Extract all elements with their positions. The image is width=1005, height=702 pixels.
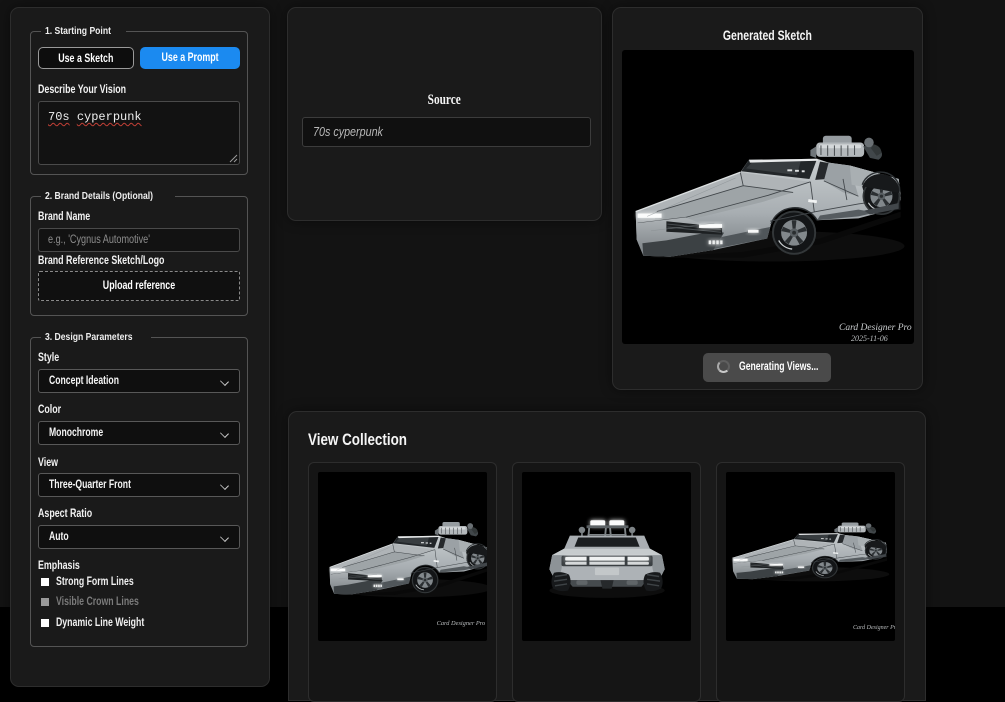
svg-text:2025-11-06: 2025-11-06 <box>851 334 888 343</box>
svg-text:Card Designer Pro: Card Designer Pro <box>437 620 486 627</box>
svg-text:Card Designer Pro: Card Designer Pro <box>853 625 895 631</box>
svg-text:Card Designer Pro: Card Designer Pro <box>839 323 912 333</box>
